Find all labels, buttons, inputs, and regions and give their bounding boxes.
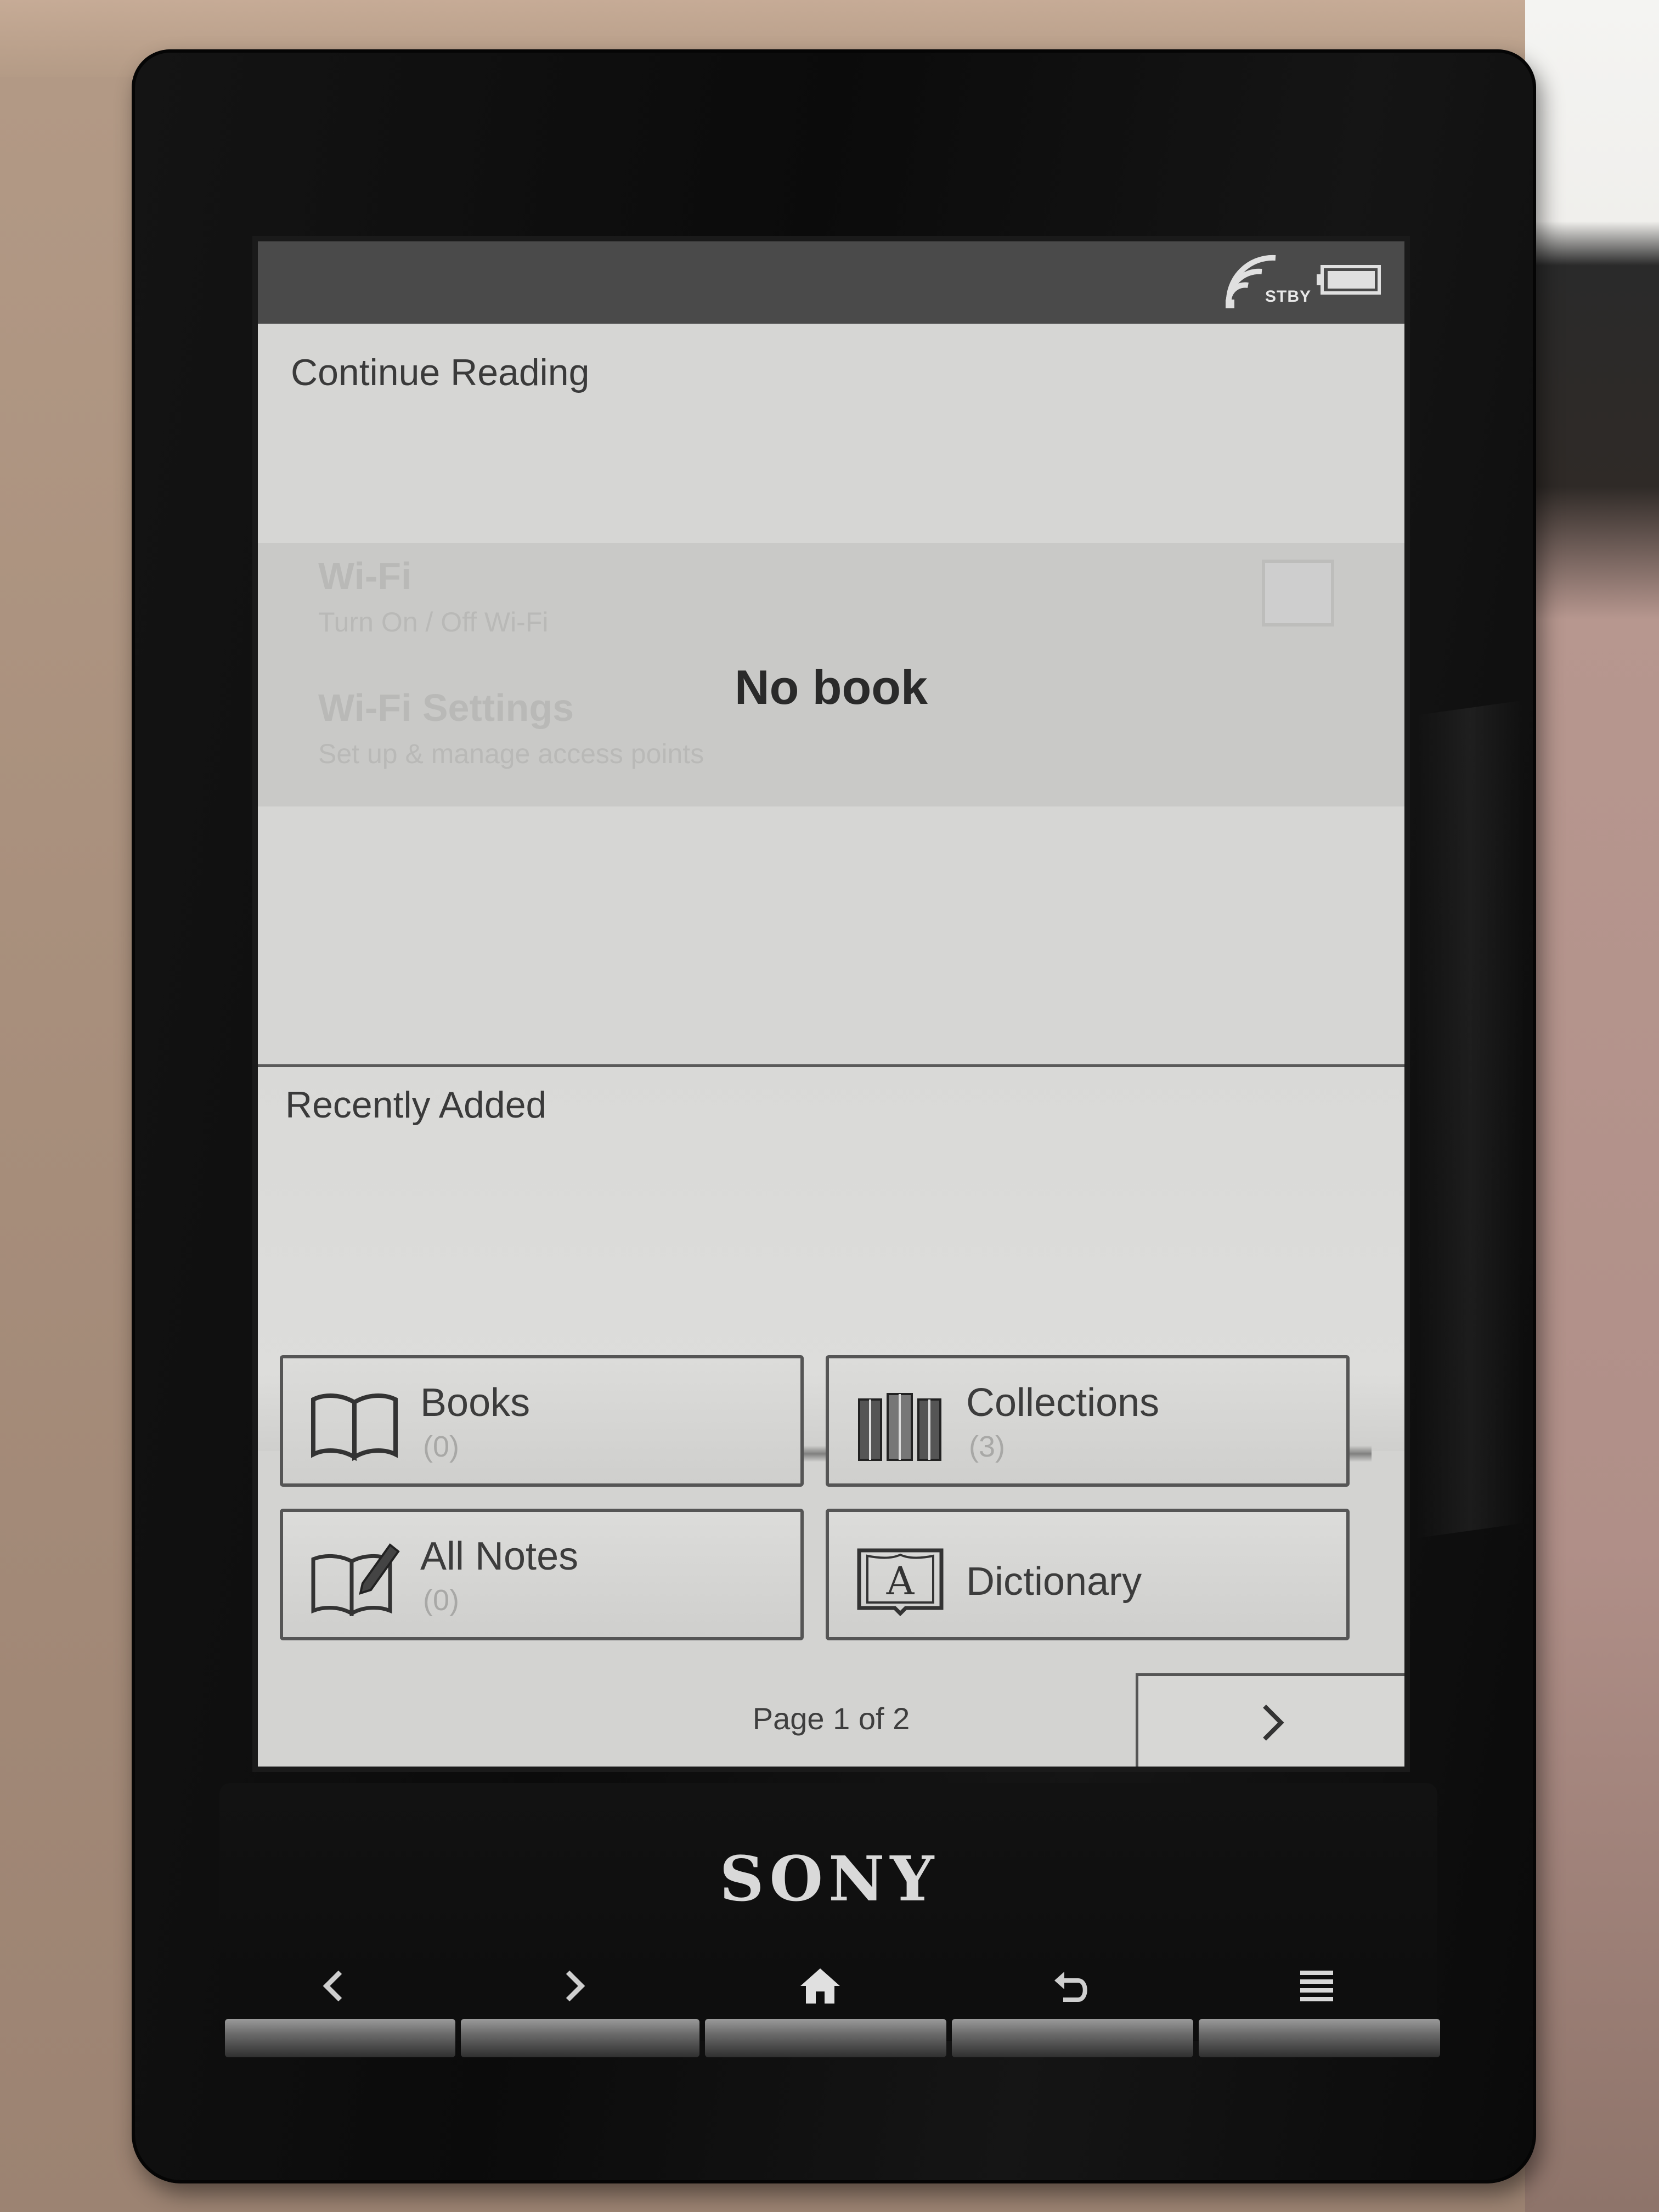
dictionary-button[interactable]: A Dictionary: [826, 1509, 1350, 1640]
notes-icon: [311, 1543, 400, 1616]
ereader-screen: STBY Continue Reading Wi-Fi Turn On / Of…: [258, 241, 1404, 1767]
ghost-wifi-title: Wi-Fi: [318, 555, 412, 597]
no-book-message: No book: [735, 660, 928, 714]
chevron-right-icon: [1263, 1705, 1284, 1741]
book-icon: [311, 1393, 398, 1462]
chevron-right-icon: [566, 1970, 585, 2002]
books-count: (0): [423, 1430, 459, 1463]
ghost-checkbox: [1262, 560, 1334, 627]
device-glare: [1415, 699, 1525, 1539]
hardware-next-page-key[interactable]: [461, 2019, 699, 2057]
back-icon: [1054, 1972, 1087, 2002]
status-bar: STBY: [258, 241, 1404, 324]
home-icon: [800, 1968, 840, 2004]
hardware-menu-key[interactable]: [1199, 2019, 1440, 2057]
svg-text:A: A: [886, 1559, 915, 1604]
recently-added-title: Recently Added: [285, 1084, 547, 1126]
dictionary-icon: A: [857, 1548, 944, 1616]
dictionary-label: Dictionary: [966, 1560, 1142, 1604]
collections-button[interactable]: Collections (3): [826, 1355, 1350, 1487]
hardware-back-key[interactable]: [952, 2019, 1193, 2057]
all-notes-label: All Notes: [420, 1534, 579, 1578]
hardware-prev-page-key[interactable]: [225, 2019, 455, 2057]
next-page-button[interactable]: [1136, 1673, 1404, 1767]
ghost-wifi-subtitle: Turn On / Off Wi-Fi: [318, 607, 549, 637]
ghost-wifi-settings-subtitle: Set up & manage access points: [318, 738, 704, 769]
battery-icon: [1317, 265, 1381, 295]
books-label: Books: [420, 1381, 531, 1425]
all-notes-count: (0): [423, 1584, 459, 1617]
hardware-home-key[interactable]: [705, 2019, 946, 2057]
all-notes-button[interactable]: All Notes (0): [280, 1509, 804, 1640]
continue-reading-title: Continue Reading: [291, 352, 590, 393]
standby-indicator: STBY: [1265, 287, 1311, 306]
books-button[interactable]: Books (0): [280, 1355, 804, 1487]
collections-icon: [858, 1393, 941, 1461]
brand-logo: SONY: [719, 1843, 940, 1915]
collections-label: Collections: [966, 1381, 1160, 1425]
continue-reading-section: Continue Reading Wi-Fi Turn On / Off Wi-…: [258, 324, 1404, 1064]
menu-icon: [1300, 1971, 1333, 2001]
chevron-left-icon: [323, 1970, 342, 2002]
collections-count: (3): [969, 1430, 1005, 1463]
